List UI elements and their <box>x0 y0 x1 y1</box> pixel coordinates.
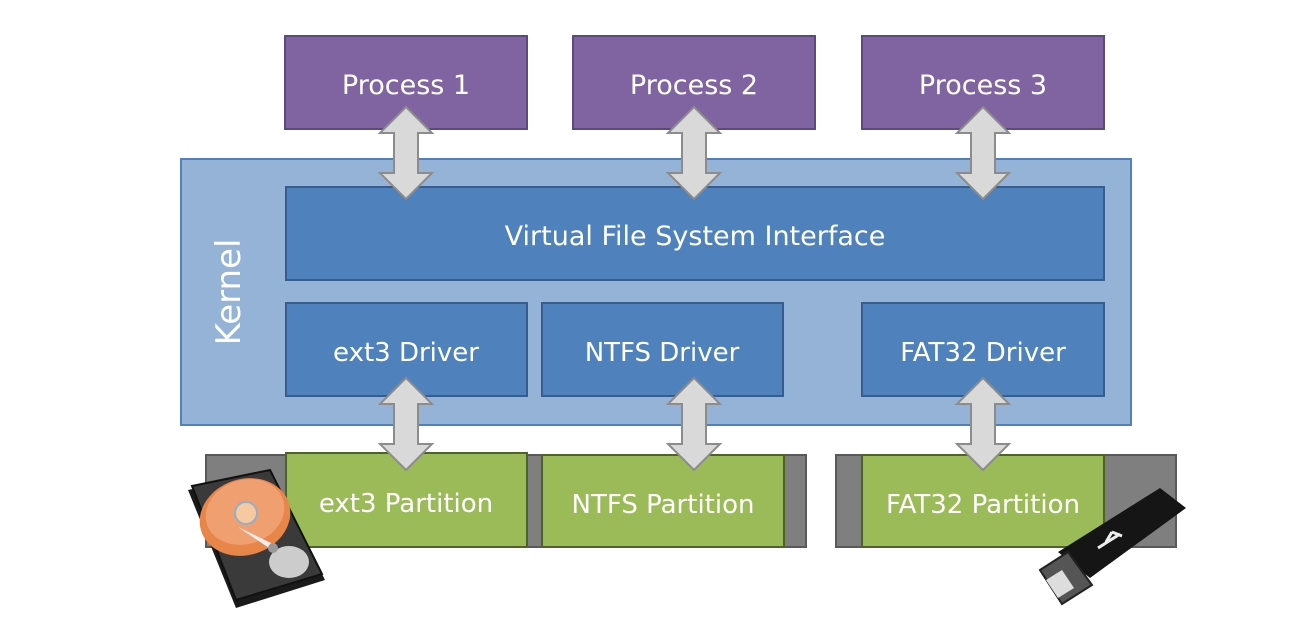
ntfs-driver-box: NTFS Driver <box>541 302 784 397</box>
process-label: Process 1 <box>342 70 470 101</box>
process-label: Process 3 <box>919 70 1047 101</box>
ntfs-partition-box: NTFS Partition <box>541 454 785 548</box>
vfs-interface-box: Virtual File System Interface <box>285 186 1105 281</box>
kernel-label: Kernel <box>209 239 249 346</box>
vfs-label: Virtual File System Interface <box>505 221 886 252</box>
driver-label: ext3 Driver <box>333 338 479 368</box>
process-label: Process 2 <box>630 70 758 101</box>
driver-label: NTFS Driver <box>585 338 740 368</box>
partition-label: NTFS Partition <box>572 490 755 520</box>
vfs-diagram: Process 1 Process 2 Process 3 Kernel Vir… <box>0 0 1313 632</box>
driver-label: FAT32 Driver <box>900 338 1066 368</box>
partition-label: ext3 Partition <box>319 489 493 519</box>
partition-label: FAT32 Partition <box>886 490 1080 520</box>
